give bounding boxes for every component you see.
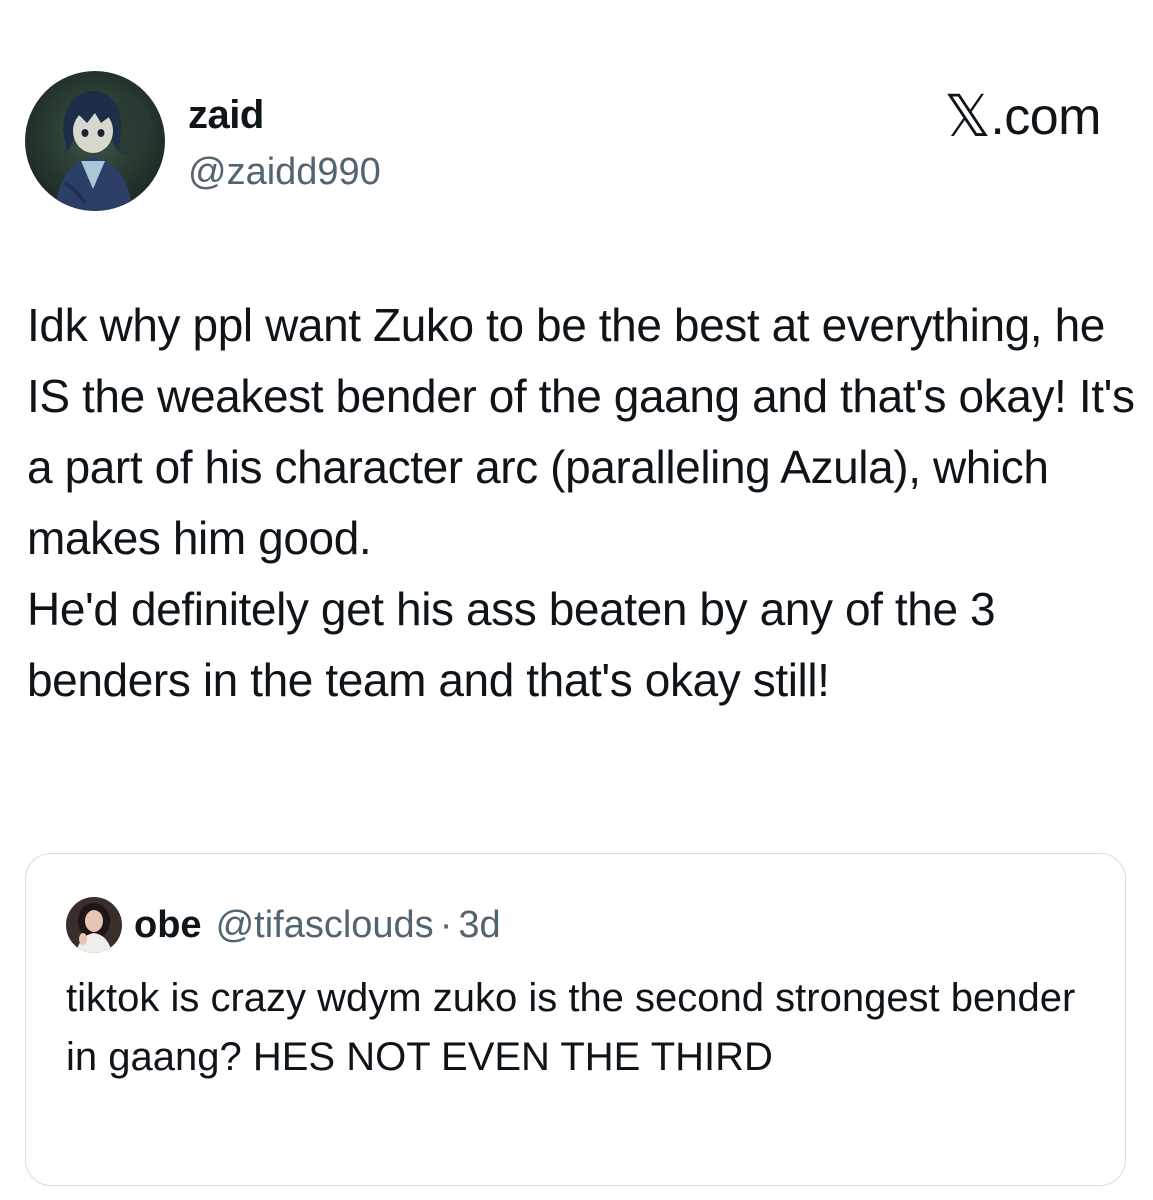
x-icon: 𝕏 xyxy=(944,84,991,149)
quoted-author-avatar[interactable] xyxy=(66,897,122,953)
quoted-tweet-timestamp[interactable]: 3d xyxy=(458,903,500,947)
tweet-paragraph: Idk why ppl want Zuko to be the best at … xyxy=(27,299,1135,564)
quoted-author-display-name[interactable]: obe xyxy=(134,903,202,947)
tweet-paragraph: He'd definitely get his ass beaten by an… xyxy=(27,583,996,706)
author-display-name[interactable]: zaid xyxy=(188,92,264,138)
tweet-text: Idk why ppl want Zuko to be the best at … xyxy=(27,290,1137,716)
separator-dot: · xyxy=(439,904,453,946)
quoted-tweet-text: tiktok is crazy wdym zuko is the second … xyxy=(66,976,1076,1079)
quoted-tweet-card[interactable]: obe @tifasclouds · 3d tiktok is crazy wd… xyxy=(25,853,1126,1186)
author-avatar[interactable] xyxy=(25,71,165,211)
x-logo: 𝕏 .com xyxy=(944,84,1101,149)
author-handle[interactable]: @zaidd990 xyxy=(188,150,381,194)
brand-domain: .com xyxy=(990,88,1101,146)
quoted-tweet-header: obe @tifasclouds · 3d xyxy=(66,897,501,953)
profile-photo-icon xyxy=(66,897,122,953)
quoted-author-handle[interactable]: @tifasclouds xyxy=(216,903,434,947)
anime-avatar-icon xyxy=(25,71,165,211)
